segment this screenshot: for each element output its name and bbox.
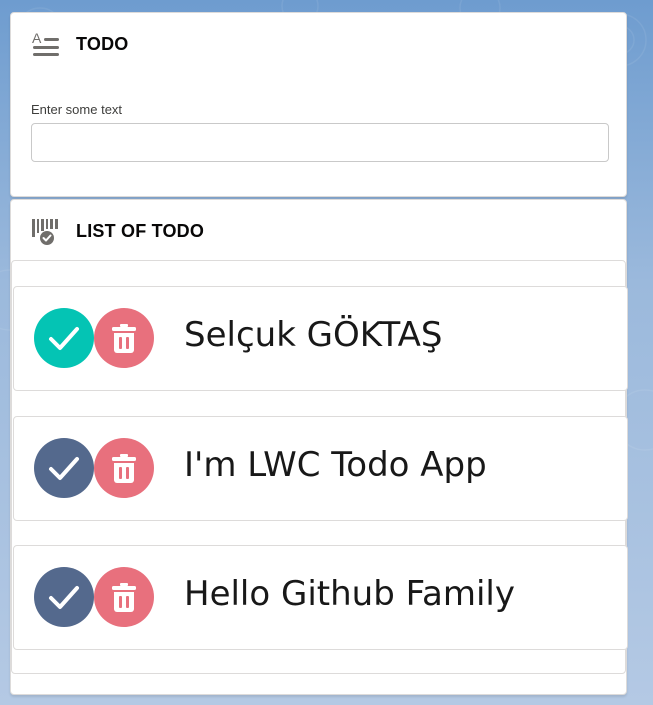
todo-input-label: Enter some text [31, 102, 123, 117]
complete-button[interactable] [34, 567, 94, 627]
svg-text:A: A [32, 30, 42, 46]
check-icon [49, 586, 79, 609]
todo-item-text: Hello Github Family [184, 574, 516, 614]
todo-text-input[interactable] [31, 123, 609, 162]
delete-button[interactable] [94, 567, 154, 627]
todo-input-card: A TODO Enter some text [10, 12, 627, 197]
todo-card-header: A TODO [31, 29, 128, 59]
text-list-icon: A [31, 29, 61, 59]
delete-button[interactable] [94, 308, 154, 368]
todo-item-text: Selçuk GÖKTAŞ [184, 315, 443, 355]
check-icon [49, 457, 79, 480]
trash-icon [112, 583, 136, 612]
complete-button[interactable] [34, 438, 94, 498]
todo-card-title: TODO [76, 33, 129, 54]
delete-button[interactable] [94, 438, 154, 498]
list-item: Selçuk GÖKTAŞ [13, 286, 628, 391]
check-icon [49, 327, 79, 350]
todo-list-card: LIST OF TODO Selçuk GÖKTAŞ I'm LWC Todo … [10, 199, 628, 695]
list-item: Hello Github Family [13, 545, 628, 650]
complete-button[interactable] [34, 308, 94, 368]
list-card-header: LIST OF TODO [31, 216, 204, 246]
trash-icon [112, 454, 136, 483]
checklist-icon [31, 216, 61, 246]
list-item: I'm LWC Todo App [13, 416, 628, 521]
todo-list: Selçuk GÖKTAŞ I'm LWC Todo App Hello Git… [11, 260, 628, 674]
list-card-title: LIST OF TODO [76, 220, 205, 241]
trash-icon [112, 324, 136, 353]
todo-item-text: I'm LWC Todo App [184, 445, 487, 485]
